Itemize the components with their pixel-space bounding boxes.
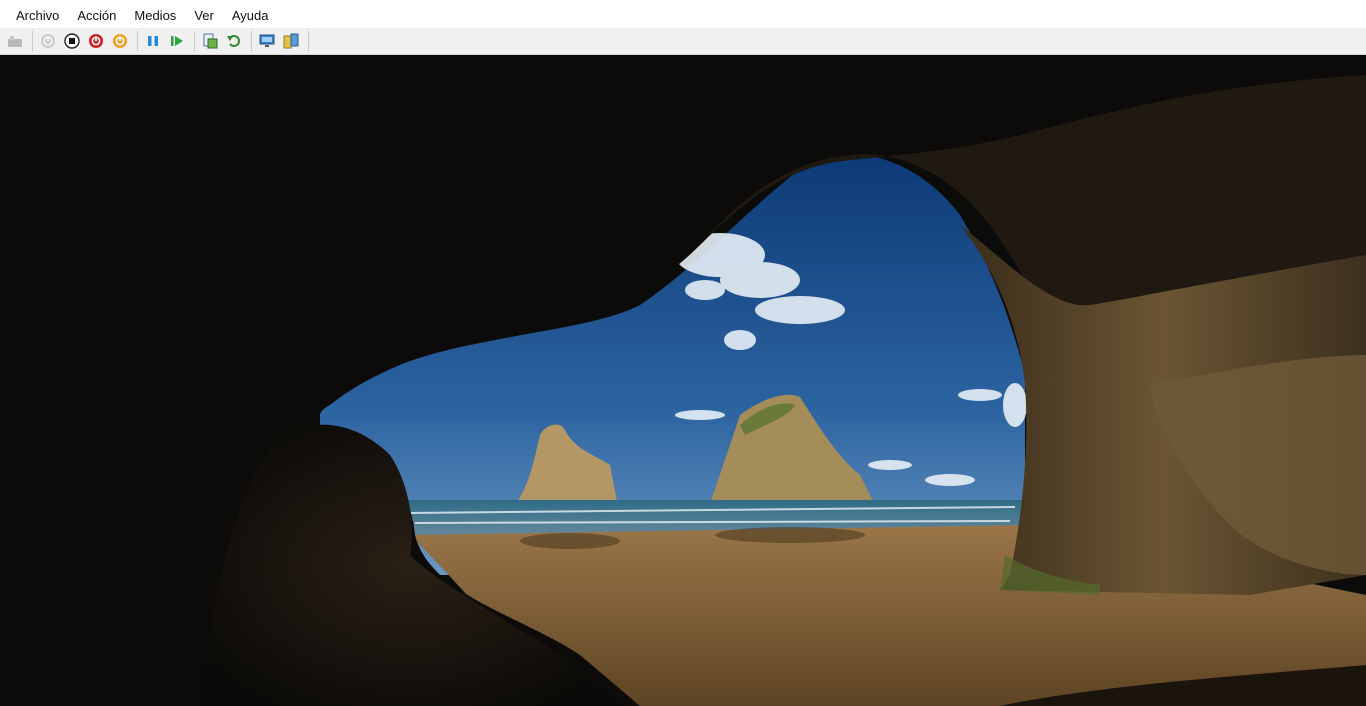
ctrl-alt-del-button[interactable] — [4, 30, 26, 52]
shut-down-icon — [89, 34, 103, 48]
menu-archivo[interactable]: Archivo — [7, 5, 68, 27]
menu-ver[interactable]: Ver — [185, 5, 223, 27]
toolbar — [0, 28, 1366, 55]
menu-ayuda[interactable]: Ayuda — [223, 5, 278, 27]
toolbar-separator — [308, 31, 309, 51]
menu-bar: Archivo Acción Medios Ver Ayuda — [0, 4, 1366, 28]
start-icon — [41, 34, 55, 48]
checkpoint-icon — [203, 33, 218, 49]
reset-icon — [171, 36, 183, 46]
start-button[interactable] — [37, 30, 59, 52]
save-icon — [113, 34, 127, 48]
turn-off-button[interactable] — [61, 30, 83, 52]
turn-off-icon — [64, 33, 80, 49]
toolbar-separator — [194, 31, 195, 51]
revert-icon — [227, 35, 240, 47]
pause-button[interactable] — [142, 30, 164, 52]
revert-button[interactable] — [223, 30, 245, 52]
vm-console-screen[interactable] — [0, 55, 1366, 706]
shut-down-button[interactable] — [85, 30, 107, 52]
menu-medios[interactable]: Medios — [125, 5, 185, 27]
enhanced-session-icon — [259, 34, 275, 47]
desktop-wallpaper — [0, 55, 1366, 706]
reset-button[interactable] — [166, 30, 188, 52]
toolbar-separator — [251, 31, 252, 51]
enhanced-session-button[interactable] — [256, 30, 278, 52]
checkpoint-button[interactable] — [199, 30, 221, 52]
toolbar-separator — [137, 31, 138, 51]
toolbar-separator — [32, 31, 33, 51]
share-icon — [283, 33, 299, 49]
share-button[interactable] — [280, 30, 302, 52]
pause-icon — [148, 36, 158, 46]
save-button[interactable] — [109, 30, 131, 52]
ctrl-alt-del-icon — [8, 36, 22, 47]
menu-accion[interactable]: Acción — [68, 5, 125, 27]
